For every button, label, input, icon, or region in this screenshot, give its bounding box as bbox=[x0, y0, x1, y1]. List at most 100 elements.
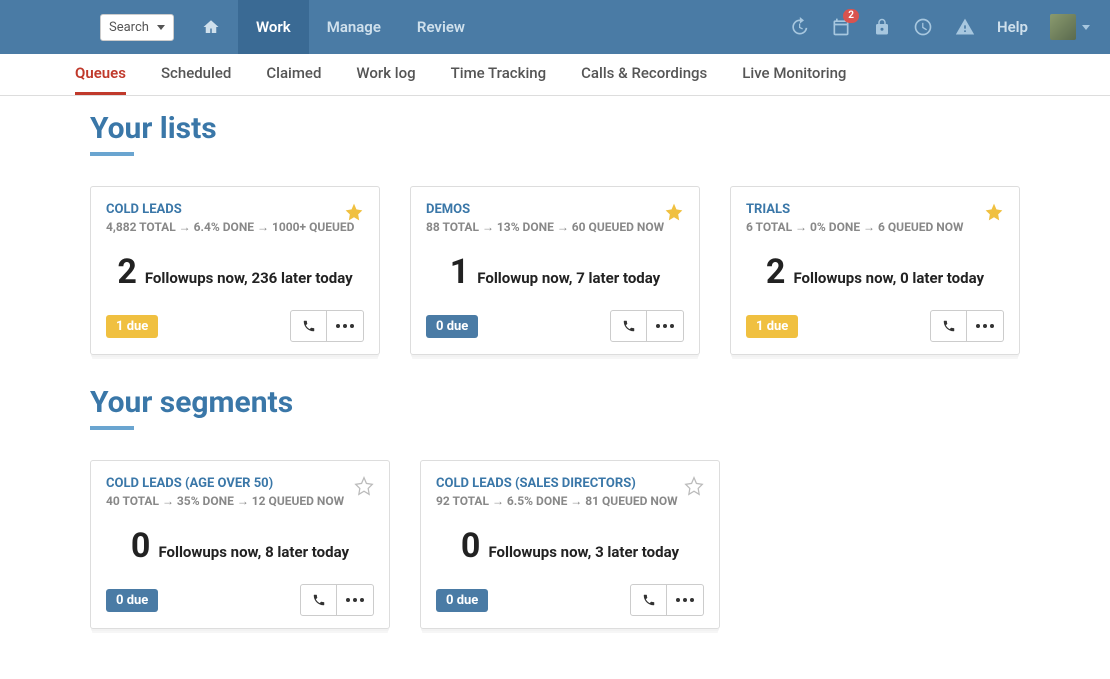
card-actions bbox=[630, 584, 704, 616]
subnav-queues[interactable]: Queues bbox=[75, 54, 126, 95]
user-menu[interactable] bbox=[1050, 14, 1090, 40]
history-icon[interactable] bbox=[789, 17, 809, 37]
star-toggle[interactable] bbox=[684, 476, 704, 500]
lock-icon[interactable] bbox=[873, 18, 891, 36]
underline bbox=[90, 152, 134, 156]
more-button[interactable] bbox=[337, 584, 374, 616]
nav-review[interactable]: Review bbox=[399, 0, 483, 54]
segments-cards: COLD LEADS (AGE OVER 50) 40 TOTAL → 35% … bbox=[90, 460, 1020, 629]
followup-line: 2 Followups now, 0 later today bbox=[746, 252, 1004, 292]
phone-icon bbox=[302, 319, 316, 333]
followup-text: Followup now, 7 later today bbox=[477, 269, 660, 287]
phone-icon bbox=[622, 319, 636, 333]
card-title: COLD LEADS bbox=[106, 202, 364, 217]
followup-text: Followups now, 236 later today bbox=[145, 269, 353, 287]
followup-line: 0 Followups now, 3 later today bbox=[436, 526, 704, 566]
more-button[interactable] bbox=[667, 584, 704, 616]
card-actions bbox=[610, 310, 684, 342]
calendar-badge: 2 bbox=[843, 9, 859, 23]
star-toggle[interactable] bbox=[354, 476, 374, 500]
card-footer: 0 due bbox=[436, 584, 704, 616]
followup-text: Followups now, 8 later today bbox=[158, 543, 349, 561]
subnav-livemonitoring[interactable]: Live Monitoring bbox=[742, 54, 846, 95]
more-icon bbox=[676, 598, 694, 602]
followup-line: 0 Followups now, 8 later today bbox=[106, 526, 374, 566]
nav-work[interactable]: Work bbox=[238, 0, 309, 54]
nav-home[interactable] bbox=[184, 0, 238, 54]
caret-down-icon bbox=[157, 25, 165, 30]
due-badge[interactable]: 0 due bbox=[106, 589, 158, 612]
call-button[interactable] bbox=[630, 584, 667, 616]
more-button[interactable] bbox=[967, 310, 1004, 342]
nav-manage[interactable]: Manage bbox=[309, 0, 399, 54]
list-card: DEMOS 88 TOTAL → 13% DONE → 60 QUEUED NO… bbox=[410, 186, 700, 355]
more-button[interactable] bbox=[327, 310, 364, 342]
topbar: Search Work Manage Review 2 Help bbox=[0, 0, 1110, 54]
caret-down-icon bbox=[1082, 25, 1090, 30]
star-toggle[interactable] bbox=[344, 202, 364, 226]
card-stats: 4,882 TOTAL → 6.4% DONE → 1000+ QUEUED bbox=[106, 220, 364, 234]
card-actions bbox=[930, 310, 1004, 342]
more-icon bbox=[656, 324, 674, 328]
more-icon bbox=[976, 324, 994, 328]
section-title-segments: Your segments bbox=[90, 385, 1020, 420]
followup-text: Followups now, 0 later today bbox=[793, 269, 984, 287]
card-footer: 1 due bbox=[106, 310, 364, 342]
underline bbox=[90, 426, 134, 430]
card-actions bbox=[290, 310, 364, 342]
calendar-icon[interactable]: 2 bbox=[831, 17, 851, 37]
help-link[interactable]: Help bbox=[997, 18, 1028, 36]
star-toggle[interactable] bbox=[664, 202, 684, 226]
phone-icon bbox=[642, 593, 656, 607]
search-dropdown[interactable]: Search bbox=[100, 14, 174, 41]
followup-line: 2 Followups now, 236 later today bbox=[106, 252, 364, 292]
search-label: Search bbox=[109, 20, 149, 35]
list-card: TRIALS 6 TOTAL → 0% DONE → 6 QUEUED NOW … bbox=[730, 186, 1020, 355]
more-icon bbox=[346, 598, 364, 602]
card-stats: 40 TOTAL → 35% DONE → 12 QUEUED NOW bbox=[106, 494, 374, 508]
call-button[interactable] bbox=[300, 584, 337, 616]
due-badge[interactable]: 0 due bbox=[426, 315, 478, 338]
card-title: TRIALS bbox=[746, 202, 1004, 217]
card-footer: 0 due bbox=[106, 584, 374, 616]
segment-card: COLD LEADS (SALES DIRECTORS) 92 TOTAL → … bbox=[420, 460, 720, 629]
avatar bbox=[1050, 14, 1076, 40]
card-title: COLD LEADS (SALES DIRECTORS) bbox=[436, 476, 704, 491]
content: Your lists COLD LEADS 4,882 TOTAL → 6.4%… bbox=[0, 96, 1110, 679]
call-button[interactable] bbox=[610, 310, 647, 342]
list-card: COLD LEADS 4,882 TOTAL → 6.4% DONE → 100… bbox=[90, 186, 380, 355]
due-badge[interactable]: 0 due bbox=[436, 589, 488, 612]
followup-count: 2 bbox=[117, 252, 137, 292]
clock-icon[interactable] bbox=[913, 17, 933, 37]
topbar-right: 2 Help bbox=[789, 14, 1090, 40]
card-title: COLD LEADS (AGE OVER 50) bbox=[106, 476, 374, 491]
followup-count: 1 bbox=[450, 252, 470, 292]
more-button[interactable] bbox=[647, 310, 684, 342]
main-nav: Work Manage Review bbox=[184, 0, 483, 54]
subnav-calls[interactable]: Calls & Recordings bbox=[581, 54, 707, 95]
subnav-timetracking[interactable]: Time Tracking bbox=[451, 54, 547, 95]
card-stats: 88 TOTAL → 13% DONE → 60 QUEUED NOW bbox=[426, 220, 684, 234]
section-title-lists: Your lists bbox=[90, 111, 1020, 146]
card-stats: 6 TOTAL → 0% DONE → 6 QUEUED NOW bbox=[746, 220, 1004, 234]
followup-line: 1 Followup now, 7 later today bbox=[426, 252, 684, 292]
card-footer: 0 due bbox=[426, 310, 684, 342]
star-toggle[interactable] bbox=[984, 202, 1004, 226]
due-badge[interactable]: 1 due bbox=[106, 315, 158, 338]
subnav-worklog[interactable]: Work log bbox=[356, 54, 415, 95]
followup-text: Followups now, 3 later today bbox=[488, 543, 679, 561]
warning-icon[interactable] bbox=[955, 17, 975, 37]
card-stats: 92 TOTAL → 6.5% DONE → 81 QUEUED NOW bbox=[436, 494, 704, 508]
phone-icon bbox=[942, 319, 956, 333]
due-badge[interactable]: 1 due bbox=[746, 315, 798, 338]
card-title: DEMOS bbox=[426, 202, 684, 217]
home-icon bbox=[202, 18, 220, 36]
card-footer: 1 due bbox=[746, 310, 1004, 342]
followup-count: 0 bbox=[131, 526, 151, 566]
call-button[interactable] bbox=[290, 310, 327, 342]
call-button[interactable] bbox=[930, 310, 967, 342]
subnav-claimed[interactable]: Claimed bbox=[266, 54, 321, 95]
subnav-scheduled[interactable]: Scheduled bbox=[161, 54, 231, 95]
lists-cards: COLD LEADS 4,882 TOTAL → 6.4% DONE → 100… bbox=[90, 186, 1020, 355]
followup-count: 0 bbox=[461, 526, 481, 566]
